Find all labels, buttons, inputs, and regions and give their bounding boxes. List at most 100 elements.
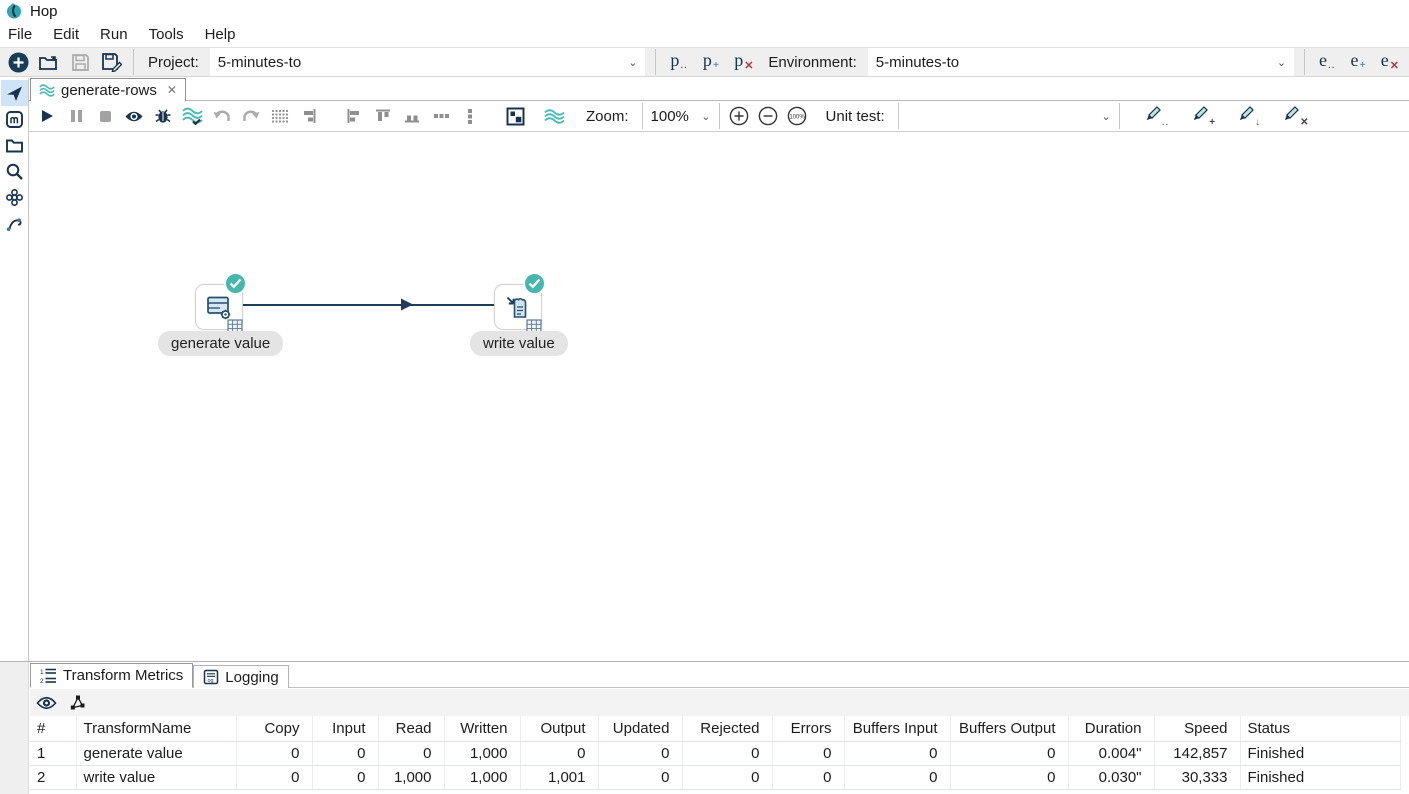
redo-button[interactable] [241, 104, 261, 128]
distribute-horizontally-icon[interactable] [431, 104, 451, 128]
toolbar-separator [133, 49, 134, 75]
hop-perspective-button[interactable] [1, 210, 28, 236]
show-results-eye-icon[interactable] [36, 695, 57, 711]
table-cell: 0 [520, 741, 598, 765]
preview-selection-button[interactable] [505, 104, 525, 128]
metrics-table: #TransformNameCopyInputReadWrittenOutput… [30, 716, 1401, 790]
column-header[interactable]: Speed [1154, 716, 1240, 741]
environment-select[interactable]: 5-minutes-to ⌄ [868, 48, 1294, 76]
zoom-out-button[interactable] [758, 104, 778, 128]
tab-logging[interactable]: og Logging [193, 665, 288, 688]
debug-button[interactable] [153, 104, 173, 128]
column-header[interactable]: Rejected [682, 716, 772, 741]
save-as-button[interactable] [99, 49, 123, 75]
project-select[interactable]: 5-minutes-to ⌄ [210, 48, 646, 76]
column-header[interactable]: Read [378, 716, 444, 741]
stop-button[interactable] [95, 104, 115, 128]
logging-icon: og [203, 669, 219, 685]
hop-link[interactable] [243, 304, 495, 306]
environment-delete-button[interactable]: e✕ [1377, 50, 1403, 74]
table-cell: 1 [30, 741, 76, 765]
node-label[interactable]: write value [470, 331, 568, 356]
unittest-edit-button[interactable]: .. [1137, 105, 1176, 128]
project-add-button[interactable]: p+ [699, 50, 723, 74]
align-bottom-icon[interactable] [402, 104, 422, 128]
column-header[interactable]: Input [312, 716, 378, 741]
unit-test-select[interactable]: ⌄ [898, 103, 1120, 129]
unittest-add-button[interactable]: + [1184, 105, 1221, 128]
run-button[interactable] [37, 104, 57, 128]
project-edit-button[interactable]: p.. [666, 50, 692, 74]
column-header[interactable]: Copy [236, 716, 312, 741]
metrics-table-wrap: #TransformNameCopyInputReadWrittenOutput… [30, 716, 1409, 794]
search-perspective-button[interactable] [1, 158, 28, 184]
project-delete-button[interactable]: p✕ [730, 50, 757, 74]
menu-run[interactable]: Run [100, 24, 139, 46]
pipeline-check-button[interactable] [182, 104, 203, 128]
zoom-select[interactable]: 100% ⌄ [642, 103, 720, 129]
node-label[interactable]: generate value [158, 331, 283, 356]
navigate-perspective-button[interactable] [1, 80, 28, 106]
project-label: Project: [144, 54, 203, 71]
lineage-graph-icon[interactable] [69, 694, 86, 711]
table-cell: write value [76, 765, 236, 789]
column-header[interactable]: Duration [1068, 716, 1154, 741]
column-header[interactable]: TransformName [76, 716, 236, 741]
align-right-icon[interactable] [299, 104, 319, 128]
metadata-perspective-button[interactable] [1, 106, 28, 132]
pause-button[interactable] [66, 104, 86, 128]
transform-node-write-value[interactable]: write value [494, 284, 542, 330]
table-cell: 30,333 [1154, 765, 1240, 789]
table-cell: 0 [236, 741, 312, 765]
transform-node-generate-value[interactable]: generate value [195, 284, 243, 330]
zoom-in-button[interactable] [729, 104, 749, 128]
success-check-icon [523, 272, 546, 295]
plugins-perspective-button[interactable] [1, 184, 28, 210]
align-left-icon[interactable] [344, 104, 364, 128]
table-row[interactable]: 1generate value0001,0000000000.004"142,8… [30, 741, 1400, 765]
new-button[interactable] [6, 49, 30, 75]
pipeline-icon [544, 104, 565, 128]
table-cell: 0 [682, 765, 772, 789]
tab-generate-rows[interactable]: generate-rows ✕ [30, 78, 186, 101]
environment-add-button[interactable]: e+ [1346, 50, 1369, 74]
column-header[interactable]: Written [444, 716, 520, 741]
unittest-attach-button[interactable]: ↓ [1230, 105, 1266, 128]
open-file-button[interactable] [37, 49, 61, 75]
column-header[interactable]: Updated [598, 716, 682, 741]
undo-button[interactable] [212, 104, 232, 128]
table-cell: 0 [312, 741, 378, 765]
file-explorer-perspective-button[interactable] [1, 132, 28, 158]
menu-tools[interactable]: Tools [149, 24, 195, 46]
tab-label: Logging [225, 669, 278, 686]
preview-button[interactable] [124, 104, 144, 128]
tab-close-icon[interactable]: ✕ [167, 83, 177, 97]
menu-help[interactable]: Help [205, 24, 247, 46]
column-header[interactable]: Output [520, 716, 598, 741]
environment-edit-button[interactable]: e.. [1315, 50, 1340, 74]
title-bar: Hop [0, 0, 1409, 22]
table-cell: 0 [844, 765, 950, 789]
column-header[interactable]: Buffers Input [844, 716, 950, 741]
svg-text:100%: 100% [789, 114, 805, 120]
snap-to-grid-button[interactable] [270, 104, 290, 128]
table-row[interactable]: 2write value001,0001,0001,001000000.030"… [30, 765, 1400, 789]
table-cell: 0 [844, 741, 950, 765]
save-button[interactable] [68, 49, 92, 75]
align-top-icon[interactable] [373, 104, 393, 128]
execution-results-panel: 1 2 Transform Metrics og Logging [0, 661, 1409, 794]
column-header[interactable]: Buffers Output [950, 716, 1068, 741]
menu-file[interactable]: File [8, 24, 43, 46]
pipeline-canvas[interactable]: generate value [29, 132, 1409, 661]
zoom-reset-button[interactable]: 100% [787, 104, 807, 128]
unittest-delete-button[interactable]: ✕ [1275, 105, 1314, 128]
tab-transform-metrics[interactable]: 1 2 Transform Metrics [30, 663, 193, 688]
table-header-row: #TransformNameCopyInputReadWrittenOutput… [30, 716, 1400, 741]
distribute-vertically-icon[interactable] [460, 104, 480, 128]
menu-edit[interactable]: Edit [53, 24, 90, 46]
column-header[interactable]: # [30, 716, 76, 741]
column-header[interactable]: Errors [772, 716, 844, 741]
column-header[interactable]: Status [1240, 716, 1400, 741]
table-cell: 0 [312, 765, 378, 789]
write-file-icon [504, 294, 532, 321]
